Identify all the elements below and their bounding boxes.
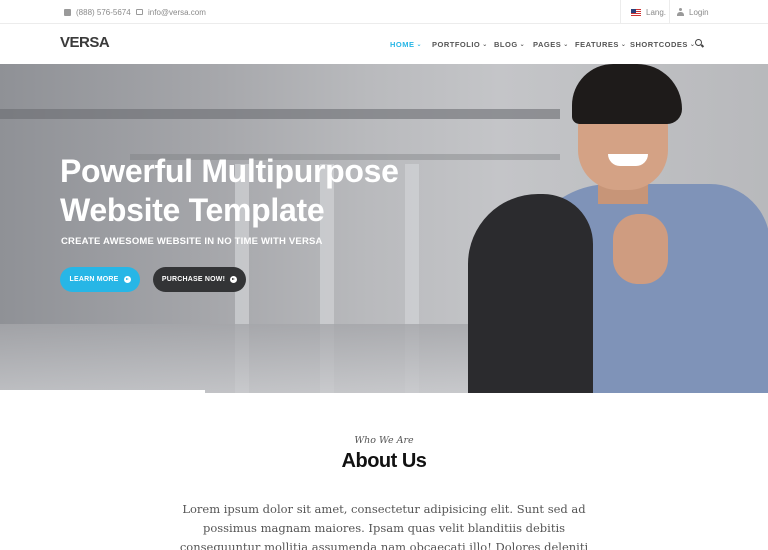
nav-item-features[interactable]: FEATURES ⌄ [575, 24, 626, 64]
hero-title: Powerful Multipurpose Website Template [60, 152, 399, 230]
topbar-phone: (888) 576-5674 [64, 0, 131, 24]
hero-progress-bar [0, 390, 205, 393]
chevron-down-icon: ⌄ [416, 41, 423, 48]
nav-blog-label[interactable]: BLOG [494, 40, 518, 49]
chevron-down-icon: ⌄ [563, 41, 569, 48]
nav-portfolio-label[interactable]: PORTFOLIO [432, 40, 480, 49]
login-label[interactable]: Login [689, 8, 709, 17]
site-logo[interactable]: VERSA [60, 34, 110, 51]
purchase-now-button[interactable]: PURCHASE NOW! [153, 267, 246, 292]
nav-item-blog[interactable]: BLOG ⌄ [494, 24, 525, 64]
nav-pages-label[interactable]: PAGES [533, 40, 561, 49]
nav-shortcodes-label[interactable]: SHORTCODES [630, 40, 688, 49]
phone-icon [64, 8, 71, 16]
arrow-circle-icon [230, 276, 238, 283]
hero-subtitle: CREATE AWESOME WEBSITE IN NO TIME WITH V… [61, 236, 323, 247]
nav-features-label[interactable]: FEATURES [575, 40, 619, 49]
email-link[interactable]: info@versa.com [148, 8, 206, 17]
learn-more-button[interactable]: LEARN MORE [60, 267, 140, 292]
user-icon [677, 8, 684, 16]
chevron-down-icon: ⌄ [482, 41, 488, 48]
phone-number: (888) 576-5674 [76, 7, 131, 17]
search-icon[interactable] [695, 39, 704, 48]
flag-icon [631, 8, 641, 16]
about-paragraph: Lorem ipsum dolor sit amet, consectetur … [179, 502, 589, 550]
hero-title-line2: Website Template [60, 192, 325, 228]
mail-icon [136, 9, 143, 15]
language-label[interactable]: Lang. [646, 8, 666, 17]
language-selector[interactable]: Lang. [620, 0, 666, 24]
section-title: About Us [341, 450, 427, 472]
top-bar: (888) 576-5674 info@versa.com Lang. Logi… [0, 0, 768, 24]
purchase-label[interactable]: PURCHASE NOW! [162, 276, 225, 283]
section-kicker: Who We Are [354, 435, 414, 446]
hero-banner: Powerful Multipurpose Website Template C… [0, 64, 768, 393]
nav-home-label[interactable]: HOME [390, 40, 415, 49]
nav-item-pages[interactable]: PAGES ⌄ [533, 24, 569, 64]
nav-item-portfolio[interactable]: PORTFOLIO ⌄ [432, 24, 488, 64]
learn-more-label[interactable]: LEARN MORE [69, 276, 118, 283]
arrow-circle-icon [123, 276, 131, 283]
nav-item-shortcodes[interactable]: SHORTCODES ⌄ [630, 24, 695, 64]
topbar-email[interactable]: info@versa.com [136, 0, 206, 24]
chevron-down-icon: ⌄ [620, 41, 627, 48]
hero-title-line1: Powerful Multipurpose [60, 153, 399, 189]
nav-item-home[interactable]: HOME ⌄ [390, 24, 422, 64]
main-navbar: VERSA HOME ⌄ PORTFOLIO ⌄ BLOG ⌄ PAGES ⌄ FEAT… [0, 24, 768, 64]
login-link[interactable]: Login [669, 0, 709, 24]
hero-person-image [468, 64, 768, 393]
chevron-down-icon: ⌄ [519, 41, 526, 48]
